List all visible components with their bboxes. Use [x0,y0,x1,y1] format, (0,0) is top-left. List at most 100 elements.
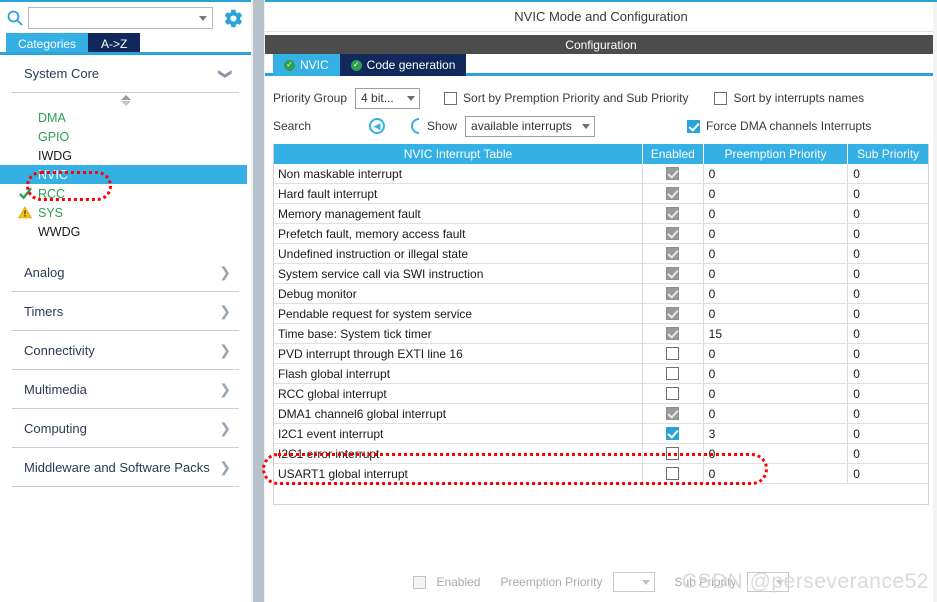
sub-priority-value[interactable]: 0 [848,364,928,383]
sub-priority-value[interactable]: 0 [848,184,928,203]
sidebar-item-sys[interactable]: SYS [12,203,239,222]
table-row[interactable]: Prefetch fault, memory access fault 0 0 [274,224,928,244]
tab-categories[interactable]: Categories [6,33,89,52]
main-vertical-scrollbar[interactable] [933,2,937,602]
enabled-checkbox[interactable] [666,387,680,400]
preemption-priority-value[interactable]: 0 [704,184,849,203]
preemption-priority-value[interactable]: 15 [704,324,849,343]
category-multimedia[interactable]: Multimedia ❯ [12,370,239,409]
enabled-checkbox[interactable] [666,447,680,460]
sub-priority-value[interactable]: 0 [848,264,928,283]
sidebar-item-iwdg[interactable]: IWDG [12,146,239,165]
preemption-priority-value[interactable]: 0 [704,164,849,183]
bottom-preemption-priority-select[interactable] [612,572,655,592]
ip-list-scroll-indicator[interactable] [12,93,239,108]
preemption-priority-value[interactable]: 0 [704,284,849,303]
gear-icon[interactable] [221,6,245,30]
table-row[interactable]: Debug monitor 0 0 [274,284,928,304]
table-row[interactable]: DMA1 channel6 global interrupt 0 0 [274,404,928,424]
enabled-checkbox[interactable] [666,187,680,200]
scrollbar-thumb[interactable] [253,0,264,602]
column-header-enabled[interactable]: Enabled [643,144,704,164]
enabled-checkbox[interactable] [666,267,680,280]
category-computing[interactable]: Computing ❯ [12,409,239,448]
enabled-checkbox[interactable] [666,407,680,420]
preemption-priority-value[interactable]: 0 [704,244,849,263]
sub-priority-value[interactable]: 0 [848,404,928,423]
column-header-interrupt-table[interactable]: NVIC Interrupt Table [274,144,643,164]
preemption-priority-value[interactable]: 0 [704,464,849,483]
chevron-down-icon[interactable] [199,15,207,21]
preemption-priority-value[interactable]: 3 [704,424,849,443]
sub-priority-value[interactable]: 0 [848,164,928,183]
table-row-i2c1-event-interrupt[interactable]: I2C1 event interrupt 3 0 [274,424,928,444]
sub-priority-value[interactable]: 0 [848,464,928,483]
table-row[interactable]: PVD interrupt through EXTI line 16 0 0 [274,344,928,364]
category-middleware-and-software-packs[interactable]: Middleware and Software Packs ❯ [12,448,239,487]
preemption-priority-value[interactable]: 0 [704,264,849,283]
search-input[interactable] [28,7,213,29]
sort-names-checkbox[interactable] [714,91,728,105]
preemption-priority-value[interactable]: 0 [704,224,849,243]
enabled-checkbox[interactable] [666,327,680,340]
category-analog[interactable]: Analog ❯ [12,253,239,292]
enabled-checkbox[interactable] [666,167,680,180]
enabled-checkbox[interactable] [666,307,680,320]
enabled-checkbox[interactable] [666,207,680,220]
category-timers[interactable]: Timers ❯ [12,292,239,331]
sidebar-item-dma[interactable]: DMA [12,108,239,127]
category-system-core[interactable]: System Core ❯ [12,55,239,93]
enabled-checkbox[interactable] [666,227,680,240]
sub-priority-value[interactable]: 0 [848,244,928,263]
table-row[interactable]: System service call via SWI instruction … [274,264,928,284]
table-row[interactable]: Hard fault interrupt 0 0 [274,184,928,204]
preemption-priority-value[interactable]: 0 [704,204,849,223]
enabled-checkbox[interactable] [666,347,680,360]
sidebar-item-gpio[interactable]: GPIO [12,127,239,146]
enabled-checkbox[interactable] [666,467,680,480]
table-row[interactable]: Time base: System tick timer 15 0 [274,324,928,344]
preemption-priority-value[interactable]: 0 [704,344,849,363]
category-connectivity[interactable]: Connectivity ❯ [12,331,239,370]
sub-priority-value[interactable]: 0 [848,324,928,343]
preemption-priority-value[interactable]: 0 [704,384,849,403]
sidebar-item-nvic[interactable]: NVIC [0,165,247,184]
sub-priority-value[interactable]: 0 [848,284,928,303]
bottom-enabled-checkbox[interactable] [413,575,427,589]
preemption-priority-value[interactable]: 0 [704,364,849,383]
search-prev-arrow-icon[interactable]: ◀ [369,118,385,134]
sub-priority-value[interactable]: 0 [848,444,928,463]
preemption-priority-value[interactable]: 0 [704,404,849,423]
show-select[interactable]: available interrupts [465,115,596,137]
table-row[interactable]: Memory management fault 0 0 [274,204,928,224]
table-row[interactable]: USART1 global interrupt 0 0 [274,464,928,484]
preemption-priority-value[interactable]: 0 [704,444,849,463]
preemption-priority-value[interactable]: 0 [704,304,849,323]
tab-nvic[interactable]: ✓ NVIC [273,54,340,76]
sub-priority-value[interactable]: 0 [848,204,928,223]
bottom-sub-priority-select[interactable] [746,572,789,592]
tab-a-to-z[interactable]: A->Z [88,33,141,52]
table-row[interactable]: Non maskable interrupt 0 0 [274,164,928,184]
sidebar-item-wwdg[interactable]: WWDG [12,222,239,241]
table-row[interactable]: Undefined instruction or illegal state 0… [274,244,928,264]
table-row[interactable]: Flash global interrupt 0 0 [274,364,928,384]
search-next-arrow-icon[interactable] [411,118,419,134]
tab-code-generation[interactable]: ✓ Code generation [339,54,467,76]
priority-group-select[interactable]: 4 bit... [355,87,421,109]
column-header-preemption-priority[interactable]: Preemption Priority [704,144,849,164]
enabled-checkbox[interactable] [666,287,680,300]
sub-priority-value[interactable]: 0 [848,384,928,403]
table-row[interactable]: I2C1 error interrupt 0 0 [274,444,928,464]
sub-priority-value[interactable]: 0 [848,304,928,323]
table-row[interactable]: Pendable request for system service 0 0 [274,304,928,324]
sub-priority-value[interactable]: 0 [848,424,928,443]
enabled-checkbox[interactable] [666,427,680,440]
table-row[interactable]: RCC global interrupt 0 0 [274,384,928,404]
enabled-checkbox[interactable] [666,367,680,380]
pane-splitter-scrollbar[interactable] [251,0,265,602]
sub-priority-value[interactable]: 0 [848,224,928,243]
sub-priority-value[interactable]: 0 [848,344,928,363]
column-header-sub-priority[interactable]: Sub Priority [848,144,928,164]
sort-premption-checkbox[interactable] [444,91,458,105]
